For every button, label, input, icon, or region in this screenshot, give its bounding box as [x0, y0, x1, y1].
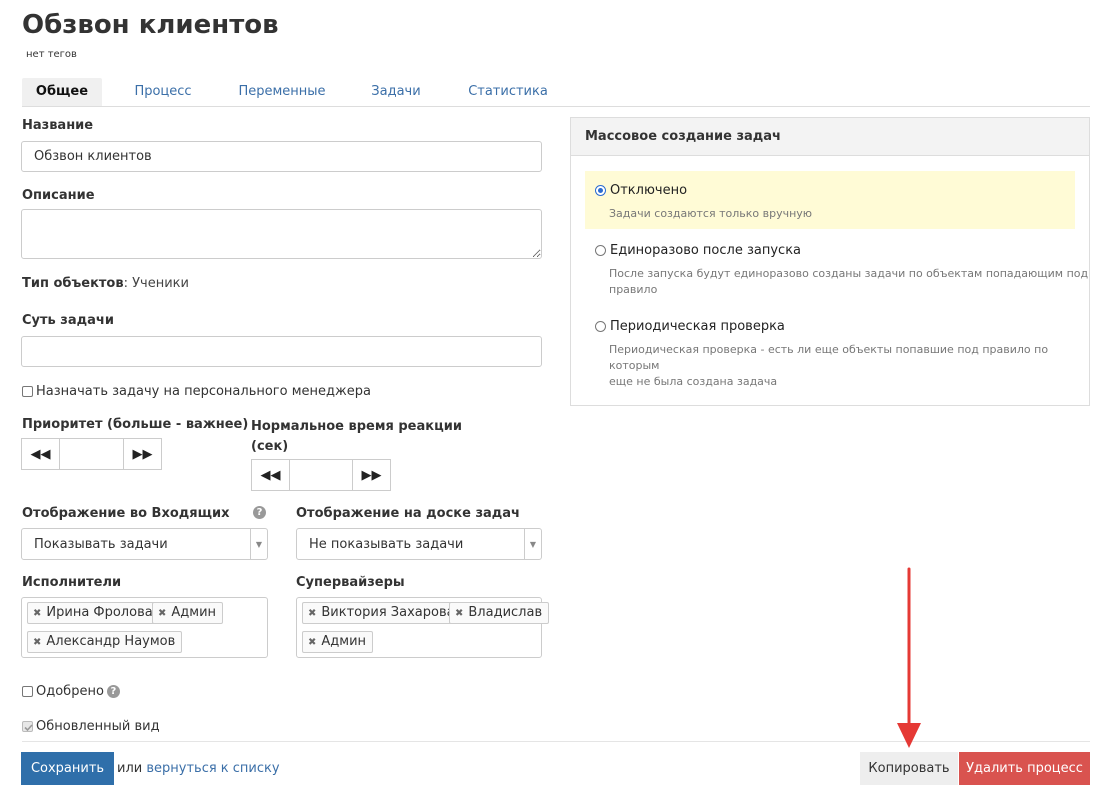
executor-name: Ирина Фролова: [46, 605, 153, 620]
times-icon[interactable]: ✖: [308, 608, 316, 619]
times-icon[interactable]: ✖: [308, 637, 316, 648]
name-input[interactable]: [21, 141, 542, 172]
inbox-display-label: Отображение во Входящих: [22, 506, 230, 521]
chevron-down-icon: ▼: [524, 529, 541, 559]
executor-name: Админ: [171, 605, 217, 620]
tags-label: нет тегов: [26, 49, 77, 60]
supervisors-label: Супервайзеры: [296, 575, 405, 590]
copy-button[interactable]: Копировать: [860, 752, 958, 785]
mass-option-once[interactable]: Единоразово после запуска: [595, 243, 801, 258]
backward-icon[interactable]: ◀◀: [252, 460, 289, 490]
mass-option-periodic[interactable]: Периодическая проверка: [595, 319, 785, 334]
description-textarea[interactable]: [21, 209, 542, 259]
mass-creation-panel: Массовое создание задач Отключено Задачи…: [570, 117, 1090, 406]
back-to-list-link[interactable]: вернуться к списку: [146, 761, 279, 776]
check-icon: [24, 724, 33, 732]
annotation-arrow-icon: [897, 567, 921, 748]
updated-view-label: Обновленный вид: [36, 719, 160, 734]
reaction-time-label: Нормальное время реакции (сек): [251, 417, 462, 457]
mass-option-desc-line1: Периодическая проверка - есть ли еще объ…: [609, 343, 1049, 372]
assign-manager-row: Назначать задачу на персонального менедж…: [22, 384, 371, 399]
times-icon[interactable]: ✖: [455, 608, 463, 619]
reaction-time-value[interactable]: [289, 460, 353, 490]
reaction-time-label-line1: Нормальное время реакции: [251, 419, 462, 434]
executors-label: Исполнители: [22, 575, 122, 590]
reaction-time-label-line2: (сек): [251, 439, 289, 454]
object-type-row: Тип объектов: Ученики: [22, 276, 189, 291]
save-button[interactable]: Сохранить: [21, 752, 114, 785]
mass-option-desc: Задачи создаются только вручную: [609, 207, 813, 220]
back-row: или вернуться к списку: [117, 761, 280, 776]
inbox-display-select[interactable]: Показывать задачи ▼: [21, 528, 268, 560]
priority-value[interactable]: [59, 439, 124, 469]
executor-chip: ✖ Александр Наумов: [27, 631, 183, 653]
supervisor-name: Админ: [321, 634, 367, 649]
board-display-label: Отображение на доске задач: [296, 506, 520, 521]
mass-option-desc-line1: После запуска будут единоразово созданы …: [609, 267, 1089, 280]
radio-disabled[interactable]: [595, 185, 606, 196]
supervisor-chip: ✖ Виктория Захарова: [302, 602, 462, 624]
inbox-display-value: Показывать задачи: [34, 537, 168, 552]
assign-manager-label: Назначать задачу на персонального менедж…: [36, 384, 371, 399]
priority-stepper: ◀◀ ▶▶: [21, 438, 162, 470]
executor-chip: ✖ Ирина Фролова: [27, 602, 160, 624]
executors-tagbox[interactable]: ✖ Ирина Фролова ✖ Админ ✖ Александр Наумов: [21, 597, 268, 658]
object-type-value: : Ученики: [123, 276, 189, 291]
times-icon[interactable]: ✖: [33, 637, 41, 648]
description-label: Описание: [22, 188, 95, 203]
question-circle-icon[interactable]: ?: [106, 685, 120, 698]
approved-label: Одобрено: [36, 684, 104, 699]
updated-view-checkbox: [22, 721, 33, 732]
tab-statistics[interactable]: Статистика: [458, 78, 558, 106]
delete-process-button[interactable]: Удалить процесс: [959, 752, 1090, 785]
radio-periodic[interactable]: [595, 321, 606, 332]
mass-option-desc: После запуска будут единоразово созданы …: [609, 266, 1088, 298]
supervisor-name: Виктория Захарова: [321, 605, 455, 620]
executor-chip: ✖ Админ: [152, 602, 224, 624]
mass-option-label: Периодическая проверка: [610, 319, 785, 334]
executor-name: Александр Наумов: [46, 634, 176, 649]
page-title: Обзвон клиентов: [22, 10, 279, 40]
times-icon[interactable]: ✖: [33, 608, 41, 619]
mass-option-label: Единоразово после запуска: [610, 243, 802, 258]
approved-checkbox[interactable]: [22, 686, 33, 697]
tab-variables[interactable]: Переменные: [230, 78, 334, 106]
approved-row: Одобрено ?: [22, 684, 120, 699]
updated-view-row: Обновленный вид: [22, 719, 160, 734]
forward-icon[interactable]: ▶▶: [124, 439, 161, 469]
assign-manager-checkbox[interactable]: [22, 386, 33, 397]
backward-icon[interactable]: ◀◀: [22, 439, 59, 469]
task-essence-input[interactable]: [21, 336, 542, 367]
board-display-value: Не показывать задачи: [309, 537, 464, 552]
tab-general[interactable]: Общее: [22, 78, 102, 106]
priority-label: Приоритет (больше - важнее): [22, 417, 249, 432]
mass-option-label: Отключено: [610, 183, 688, 198]
tab-process[interactable]: Процесс: [122, 78, 204, 106]
name-label: Название: [22, 118, 94, 133]
forward-icon[interactable]: ▶▶: [353, 460, 390, 490]
mass-option-disabled[interactable]: Отключено Задачи создаются только вручну…: [585, 171, 1075, 229]
task-essence-label: Суть задачи: [22, 313, 114, 328]
supervisor-chip: ✖ Админ: [302, 631, 374, 653]
times-icon[interactable]: ✖: [158, 608, 166, 619]
reaction-time-stepper: ◀◀ ▶▶: [251, 459, 391, 491]
mass-option-desc-line2: еще не была создана задача: [609, 375, 778, 388]
supervisors-tagbox[interactable]: ✖ Виктория Захарова ✖ Владислав ✖ Админ: [296, 597, 550, 658]
tab-tasks[interactable]: Задачи: [364, 78, 428, 106]
object-type-label: Тип объектов: [22, 276, 124, 291]
chevron-down-icon: ▼: [250, 529, 267, 559]
radio-once[interactable]: [595, 245, 606, 256]
supervisor-name: Владислав: [468, 605, 543, 620]
mass-creation-title: Массовое создание задач: [571, 118, 1089, 156]
question-circle-icon[interactable]: ?: [253, 506, 266, 519]
mass-option-desc: Периодическая проверка - есть ли еще объ…: [609, 342, 1089, 390]
board-display-select[interactable]: Не показывать задачи ▼: [296, 528, 542, 560]
supervisor-chip: ✖ Владислав: [449, 602, 550, 624]
or-text: или: [117, 761, 143, 776]
tab-bar: Общее Процесс Переменные Задачи Статисти…: [22, 78, 1090, 107]
mass-option-desc-line2: правило: [609, 283, 658, 296]
